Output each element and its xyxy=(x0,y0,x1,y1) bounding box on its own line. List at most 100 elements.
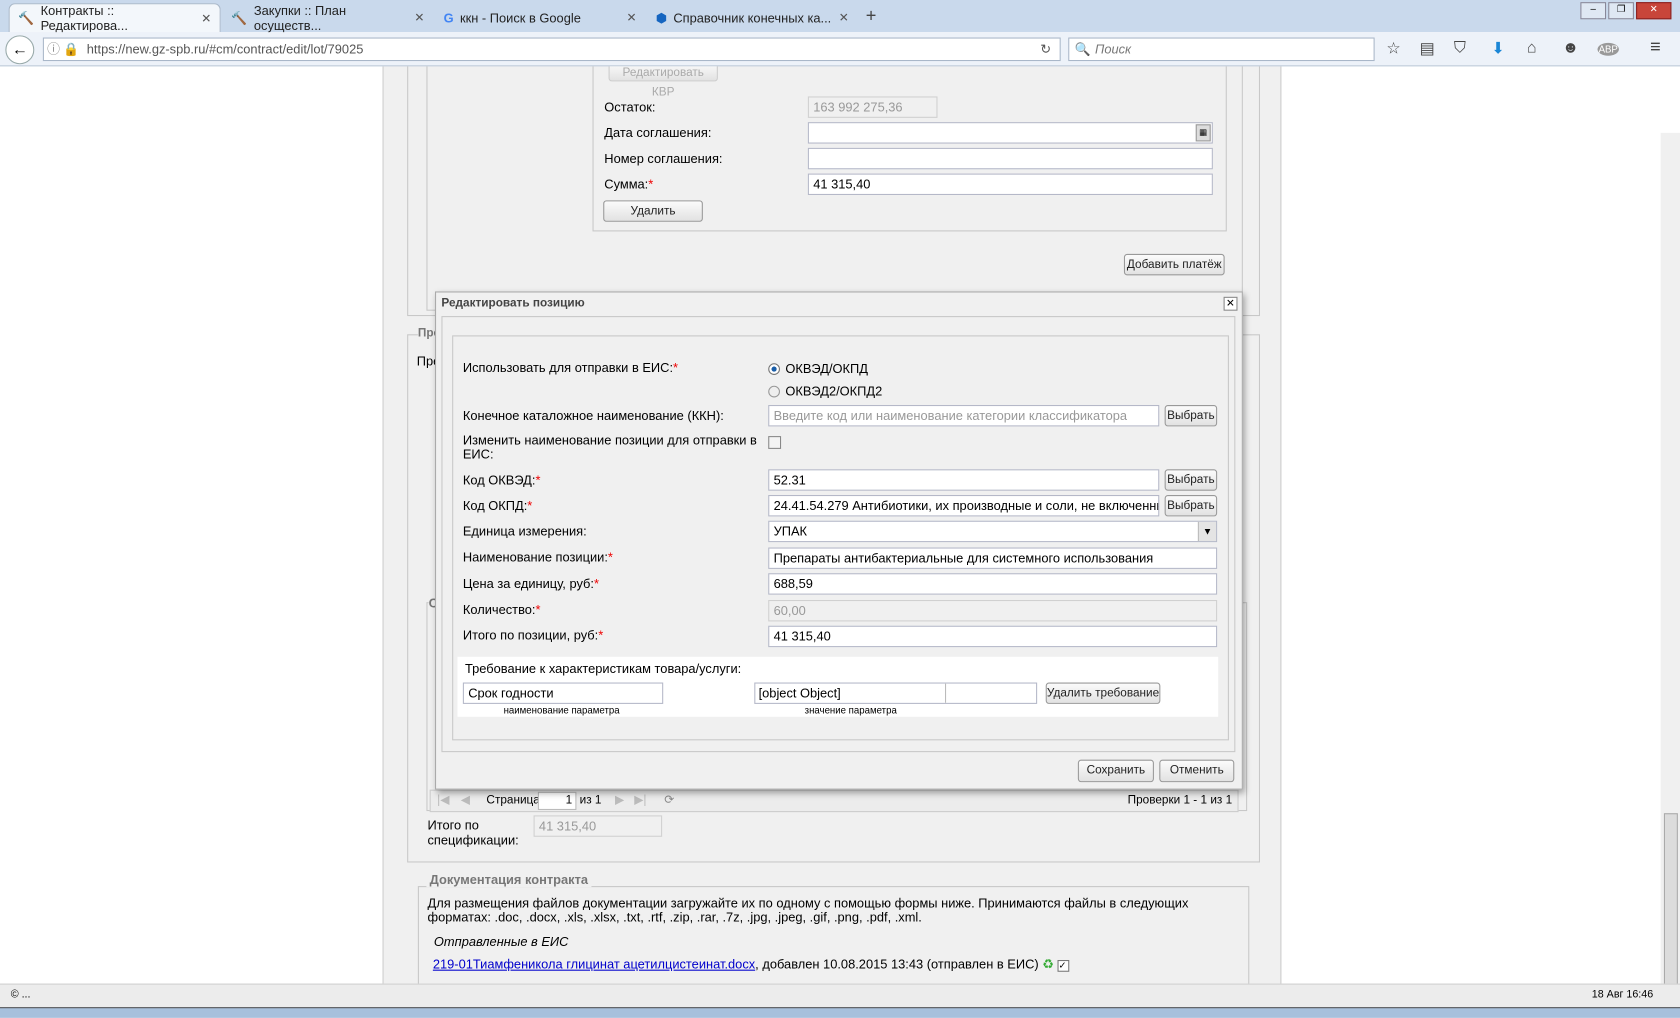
label-text: Количество: xyxy=(462,602,536,618)
radio-okved-okpd[interactable]: ОКВЭД/ОКПД xyxy=(768,361,868,376)
required-asterisk: * xyxy=(598,627,604,643)
choose-okpd-button[interactable]: Выбрать xyxy=(1164,495,1218,517)
close-dialog-icon[interactable]: ✕ xyxy=(1223,296,1238,311)
scrollbar-thumb[interactable] xyxy=(1663,813,1678,984)
hammer-icon: 🔨 xyxy=(231,10,248,26)
okved-label: Код ОКВЭД:* xyxy=(463,473,541,488)
new-tab-button[interactable]: + xyxy=(866,5,877,26)
spec-total-label: Итого по спецификации: xyxy=(427,817,519,848)
choose-okved-button[interactable]: Выбрать xyxy=(1164,469,1218,491)
cancel-button[interactable]: Отменить xyxy=(1159,759,1235,783)
param-value-caption: значение параметра xyxy=(804,705,897,716)
file-link[interactable]: 219-01Тиамфеникола глицинат ацетилцистеи… xyxy=(433,957,755,972)
calendar-icon[interactable]: ▦ xyxy=(1195,124,1211,142)
sum-input[interactable]: 41 315,40 xyxy=(807,173,1213,196)
google-icon: G xyxy=(443,10,454,26)
tab-purchases[interactable]: 🔨 Закупки :: План осуществ... ✕ xyxy=(223,2,433,33)
remainder-label: Остаток: xyxy=(604,99,656,115)
required-asterisk: * xyxy=(607,549,613,565)
label-text: Наименование позиции: xyxy=(462,549,608,565)
label-text: Код ОКПД: xyxy=(462,498,528,514)
next-page-icon[interactable]: ▶ xyxy=(615,791,624,811)
radio-label: ОКВЭД2/ОКПД2 xyxy=(785,383,883,399)
rename-checkbox[interactable] xyxy=(768,436,782,449)
search-icon: 🔍 xyxy=(1074,41,1091,57)
chevron-down-icon[interactable]: ▼ xyxy=(1197,521,1217,542)
pager-summary: Проверки 1 - 1 из 1 xyxy=(1127,793,1233,807)
remainder-field: 163 992 275,36 xyxy=(807,96,938,118)
unit-select[interactable]: УПАК ▼ xyxy=(768,520,1218,543)
radio-selected-icon[interactable] xyxy=(768,362,781,375)
adblock-icon[interactable]: ABP xyxy=(1597,42,1619,56)
download-icon[interactable]: ⬇ xyxy=(1491,39,1504,58)
nav-bar: ← ⓘ 🔒 https://new.gz-spb.ru/#cm/contract/e… xyxy=(0,32,1680,67)
tab-contracts[interactable]: 🔨 Контракты :: Редактирова... ✕ xyxy=(8,3,221,33)
checkbox-checked-icon[interactable]: ✓ xyxy=(1057,960,1070,972)
tab-kkn-reference[interactable]: ⬢ Справочник конечных ка... ✕ xyxy=(647,3,857,32)
first-page-icon[interactable]: |◀ xyxy=(437,791,449,811)
kkn-input[interactable]: Введите код или наименование категории к… xyxy=(768,405,1160,427)
documentation-info: Для размещения файлов документации загру… xyxy=(427,895,1189,925)
recycle-icon[interactable]: ♻ xyxy=(1042,957,1054,972)
status-datetime: 18 Авг 16:46 xyxy=(1591,988,1654,1001)
prev-page-icon[interactable]: ◀ xyxy=(461,791,470,811)
edit-kvr-button[interactable]: Редактировать КВР xyxy=(608,66,718,99)
close-tab-icon[interactable]: ✕ xyxy=(201,11,211,25)
tab-title: ккн - Поиск в Google xyxy=(460,10,581,26)
lock-icon: 🔒 xyxy=(63,41,80,57)
home-icon[interactable]: ⌂ xyxy=(1527,39,1537,57)
taskbar xyxy=(0,1007,1680,1018)
agreement-date-label: Дата соглашения: xyxy=(604,125,712,141)
okpd-input[interactable]: 24.41.54.279 Антибиотики, их производные… xyxy=(768,495,1160,517)
close-tab-icon[interactable]: ✕ xyxy=(414,11,424,25)
refresh-icon[interactable]: ⟳ xyxy=(664,791,674,811)
close-tab-icon[interactable]: ✕ xyxy=(839,11,849,25)
price-label: Цена за единицу, руб:* xyxy=(463,576,599,591)
unit-label: Единица измерения: xyxy=(462,523,587,539)
save-button[interactable]: Сохранить xyxy=(1077,759,1154,783)
position-name-input[interactable]: Препараты антибактериальные для системно… xyxy=(768,547,1218,569)
menu-icon[interactable]: ≡ xyxy=(1650,36,1661,57)
add-payment-button[interactable]: Добавить платёж xyxy=(1123,253,1225,276)
info-icon: ⓘ xyxy=(47,41,61,57)
agreement-number-label: Номер соглашения: xyxy=(604,151,723,167)
maximize-button[interactable]: ❐ xyxy=(1608,2,1635,20)
agreement-date-input[interactable]: ▦ xyxy=(807,122,1213,144)
last-page-icon[interactable]: ▶| xyxy=(634,791,646,811)
quantity-label: Количество:* xyxy=(463,602,541,617)
close-tab-icon[interactable]: ✕ xyxy=(627,11,637,25)
bookmark-star-icon[interactable]: ☆ xyxy=(1386,39,1400,58)
back-button[interactable]: ← xyxy=(5,35,35,65)
okpd-label: Код ОКПД:* xyxy=(463,498,532,513)
minimize-button[interactable]: – xyxy=(1580,2,1607,20)
required-asterisk: * xyxy=(593,576,599,592)
tab-title: Закупки :: План осуществ... xyxy=(253,2,347,33)
choose-kkn-button[interactable]: Выбрать xyxy=(1164,405,1218,427)
page-input[interactable]: 1 xyxy=(537,791,577,811)
search-input[interactable]: 🔍 Поиск xyxy=(1068,37,1375,62)
position-total-input[interactable]: 41 315,40 xyxy=(768,625,1218,648)
vertical-scrollbar[interactable] xyxy=(1660,132,1680,984)
chat-icon[interactable]: ☻ xyxy=(1562,39,1579,57)
param-value-input[interactable]: [object Object] xyxy=(754,682,1038,704)
param-value: [object Object] xyxy=(755,683,947,703)
radio-unselected-icon[interactable] xyxy=(768,385,781,397)
dialog-title: Редактировать позицию xyxy=(441,296,585,310)
okved-input[interactable]: 52.31 xyxy=(768,469,1160,491)
delete-requirement-button[interactable]: Удалить требование xyxy=(1045,682,1161,704)
price-input[interactable]: 688,59 xyxy=(768,573,1218,595)
label-text: Код ОКВЭД: xyxy=(462,472,536,488)
delete-payment-button[interactable]: Удалить xyxy=(603,200,703,222)
bookmarks-list-icon[interactable]: ▤ xyxy=(1420,39,1435,58)
close-window-button[interactable]: ✕ xyxy=(1636,2,1672,20)
pocket-icon[interactable]: ⛉ xyxy=(1454,39,1466,57)
radio-okved2-okpd2[interactable]: ОКВЭД2/ОКПД2 xyxy=(768,384,882,399)
url-bar[interactable]: ⓘ 🔒 https://new.gz-spb.ru/#cm/contract/edi… xyxy=(42,37,1061,62)
param-name-input[interactable]: Срок годности xyxy=(462,682,664,704)
file-meta: , добавлен 10.08.2015 13:43 (отправлен в… xyxy=(755,956,1039,972)
label-text: Итого по позиции, руб: xyxy=(462,627,599,643)
agreement-number-input[interactable] xyxy=(807,147,1213,170)
tab-google[interactable]: Gккн - Поиск в Google ✕ xyxy=(435,3,645,32)
sum-label: Сумма:* xyxy=(604,177,653,192)
reload-icon[interactable]: ↻ xyxy=(1040,39,1051,60)
